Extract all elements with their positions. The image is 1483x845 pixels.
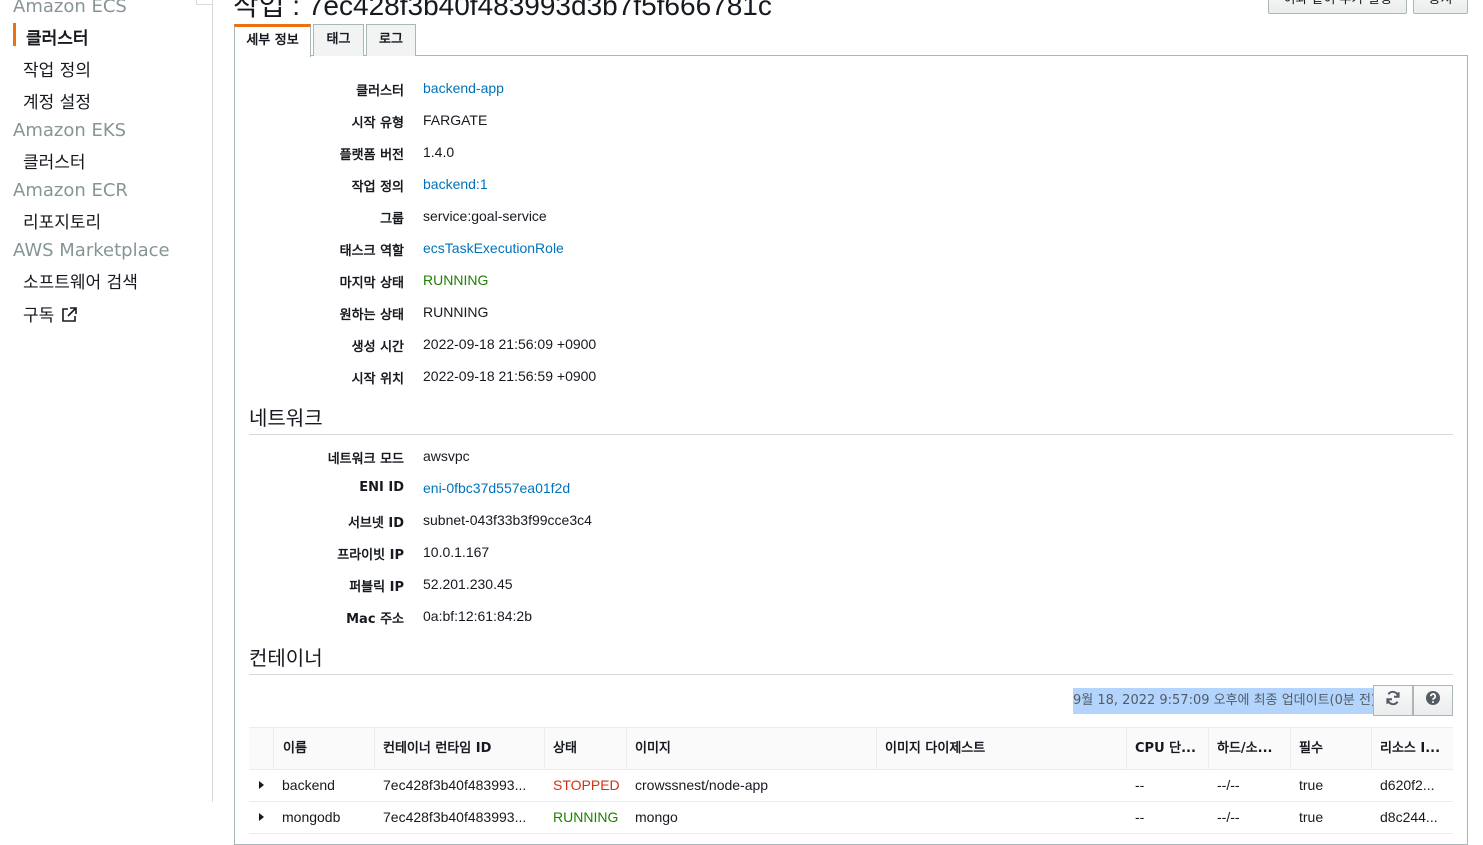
network-label-eni-id: ENI ID — [359, 480, 404, 495]
sidebar-item-task-definitions[interactable]: 작업 정의 — [23, 56, 91, 81]
detail-value-desired-status: RUNNING — [423, 304, 489, 320]
cell-memory: --/-- — [1217, 809, 1240, 825]
detail-value-launch-type: FARGATE — [423, 112, 488, 128]
cell-image-digest — [877, 801, 1127, 833]
containers-section-title: 컨테이너 — [249, 646, 323, 670]
table-row: mongodb 7ec428f3b40f483993... RUNNING mo… — [249, 801, 1453, 834]
column-header-resource-id[interactable]: 리소스 I... — [1372, 728, 1453, 769]
network-value-private-ip: 10.0.1.167 — [423, 544, 490, 560]
network-value-eni-id-link[interactable]: eni-0fbc37d557ea01f2d — [423, 480, 570, 496]
cell-essential: true — [1299, 777, 1324, 793]
run-more-like-this-button[interactable]: 이와 같이 추가 실행 — [1268, 0, 1407, 14]
active-indicator — [13, 23, 16, 46]
sidebar-item-discover-software[interactable]: 소프트웨어 검색 — [23, 268, 138, 293]
column-header-name[interactable]: 이름 — [274, 728, 375, 769]
sidebar-section-ecs: Amazon ECS — [13, 0, 127, 17]
column-header-status[interactable]: 상태 — [545, 728, 627, 769]
sidebar-section-marketplace: AWS Marketplace — [13, 240, 170, 261]
sidebar-collapse-notch — [196, 0, 213, 5]
network-value-mode: awsvpc — [423, 448, 470, 464]
network-value-public-ip: 52.201.230.45 — [423, 576, 513, 592]
column-header-essential[interactable]: 필수 — [1291, 728, 1372, 769]
containers-divider — [249, 674, 1453, 675]
table-row: backend 7ec428f3b40f483993... STOPPED cr… — [249, 769, 1453, 802]
detail-value-task-definition-link[interactable]: backend:1 — [423, 176, 488, 192]
network-section-title: 네트워크 — [249, 406, 323, 430]
last-updated-text: 9월 18, 2022 9:57:09 오후에 최종 업데이트(0분 전) — [1073, 688, 1377, 714]
sidebar-item-repositories[interactable]: 리포지토리 — [23, 208, 101, 233]
sidebar-item-ecs-clusters[interactable]: 클러스터 — [26, 24, 89, 49]
detail-value-task-role-link[interactable]: ecsTaskExecutionRole — [423, 240, 564, 256]
cell-memory: --/-- — [1217, 777, 1240, 793]
sidebar-section-eks: Amazon EKS — [13, 120, 127, 141]
cell-runtime-id: 7ec428f3b40f483993... — [383, 809, 527, 825]
cell-resource-id: d8c244... — [1380, 809, 1438, 825]
tab-tags[interactable]: 태그 — [313, 24, 364, 56]
network-label-private-ip: 프라이빗 IP — [337, 548, 404, 563]
cell-status: RUNNING — [553, 809, 619, 825]
sidebar: Amazon ECS 클러스터 작업 정의 계정 설정 Amazon EKS 클… — [0, 0, 213, 802]
external-link-icon — [60, 306, 78, 329]
cell-image: mongo — [635, 809, 678, 825]
network-divider — [249, 434, 1453, 435]
detail-value-platform-version: 1.4.0 — [423, 144, 455, 160]
detail-label-cluster: 클러스터 — [356, 84, 404, 99]
tab-logs[interactable]: 로그 — [366, 24, 416, 56]
column-header-image-digest[interactable]: 이미지 다이제스트 — [877, 728, 1127, 769]
network-value-subnet-id: subnet-043f33b3f99cce3c4 — [423, 512, 592, 528]
detail-label-platform-version: 플랫폼 버전 — [339, 148, 404, 163]
table-header: 이름 컨테이너 런타임 ID 상태 이미지 이미지 다이제스트 CPU 단...… — [249, 727, 1453, 770]
sidebar-item-eks-clusters[interactable]: 클러스터 — [23, 148, 86, 173]
network-label-subnet-id: 서브넷 ID — [347, 516, 404, 531]
detail-label-group: 그룹 — [380, 212, 404, 227]
column-header-expand — [249, 728, 274, 769]
network-value-mac-address: 0a:bf:12:61:84:2b — [423, 608, 532, 624]
detail-label-created-at: 생성 시간 — [351, 340, 404, 355]
detail-label-started-at: 시작 위치 — [351, 372, 404, 387]
column-header-hard-soft-memory[interactable]: 하드/소... — [1209, 728, 1291, 769]
detail-label-last-status: 마지막 상태 — [339, 276, 404, 291]
stop-button[interactable]: 중지 — [1413, 0, 1468, 14]
network-label-mac-address: Mac 주소 — [346, 612, 404, 627]
cell-name: mongodb — [282, 809, 341, 825]
network-label-public-ip: 퍼블릭 IP — [349, 580, 404, 595]
cell-status: STOPPED — [553, 777, 620, 793]
cell-image: crowssnest/node-app — [635, 777, 769, 793]
detail-value-created-at: 2022-09-18 21:56:09 +0900 — [423, 336, 597, 352]
expand-row-icon[interactable] — [259, 813, 264, 821]
column-header-cpu-units[interactable]: CPU 단... — [1127, 728, 1209, 769]
page-title: 작업 : 7ec428f3b40f483993d3b7f5f666781c — [233, 0, 772, 21]
help-button[interactable] — [1413, 685, 1453, 716]
detail-label-desired-status: 원하는 상태 — [339, 308, 404, 323]
detail-value-cluster-link[interactable]: backend-app — [423, 80, 504, 96]
cell-image-digest — [877, 769, 1127, 801]
cell-cpu-units: -- — [1135, 809, 1145, 825]
refresh-icon — [1385, 690, 1401, 711]
sidebar-item-account-settings[interactable]: 계정 설정 — [23, 88, 91, 113]
cell-resource-id: d620f2... — [1380, 777, 1435, 793]
detail-label-task-role: 태스크 역할 — [339, 244, 404, 259]
tab-details[interactable]: 세부 정보 — [234, 24, 311, 57]
sidebar-item-subscriptions[interactable]: 구독 — [23, 301, 78, 329]
column-header-image[interactable]: 이미지 — [627, 728, 877, 769]
sidebar-item-label: 구독 — [23, 306, 55, 326]
cell-name: backend — [282, 777, 335, 793]
network-label-mode: 네트워크 모드 — [327, 452, 404, 467]
cell-essential: true — [1299, 809, 1324, 825]
cell-cpu-units: -- — [1135, 777, 1145, 793]
refresh-button[interactable] — [1373, 685, 1413, 716]
cell-runtime-id: 7ec428f3b40f483993... — [383, 777, 527, 793]
detail-value-started-at: 2022-09-18 21:56:59 +0900 — [423, 368, 597, 384]
column-header-runtime-id[interactable]: 컨테이너 런타임 ID — [375, 728, 545, 769]
sidebar-section-ecr: Amazon ECR — [13, 180, 128, 201]
expand-row-icon[interactable] — [259, 781, 264, 789]
detail-value-last-status: RUNNING — [423, 272, 489, 288]
help-icon — [1425, 690, 1441, 711]
detail-value-group: service:goal-service — [423, 208, 547, 224]
detail-label-task-definition: 작업 정의 — [351, 180, 404, 195]
detail-label-launch-type: 시작 유형 — [351, 116, 404, 131]
